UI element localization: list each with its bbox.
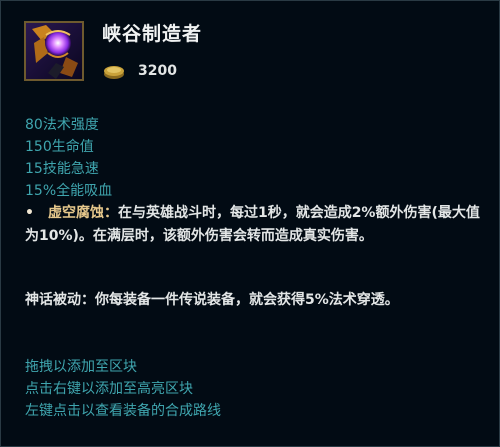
item-tooltip: 峡谷制造者 3200 80法术强度 150生命值 15技能急速 15%全能吸血 …: [0, 0, 500, 447]
stat-omnivamp: 15%全能吸血: [25, 183, 113, 199]
mythic-passive: 神话被动：你每装备一件传说装备，就会获得5%法术穿透。: [25, 292, 399, 308]
item-name: 峡谷制造者: [102, 23, 203, 45]
riftmaker-item-icon[interactable]: [24, 21, 84, 81]
hint-left-click: 左键点击以查看装备的合成路线: [25, 403, 221, 419]
hint-right-click: 点击右键以添加至高亮区块: [25, 381, 193, 397]
passive-description: • 虚空腐蚀：在与英雄战斗时，每过1秒，就会造成2%额外伤害(最大值为10%)。在…: [25, 202, 485, 247]
hints-list: 拖拽以添加至区块 点击右键以添加至高亮区块 左键点击以查看装备的合成路线: [25, 356, 221, 422]
stat-ability-power: 80法术强度: [25, 117, 99, 133]
hint-drag: 拖拽以添加至区块: [25, 359, 137, 375]
item-price: 3200: [138, 63, 177, 79]
price-row: 3200: [102, 59, 177, 83]
passive-bullet: •: [25, 205, 34, 221]
stats-list: 80法术强度 150生命值 15技能急速 15%全能吸血: [25, 114, 112, 202]
gold-coin-icon: [104, 66, 124, 79]
stat-ability-haste: 15技能急速: [25, 161, 99, 177]
stat-health: 150生命值: [25, 139, 94, 155]
passive-name: 虚空腐蚀：: [47, 205, 118, 221]
